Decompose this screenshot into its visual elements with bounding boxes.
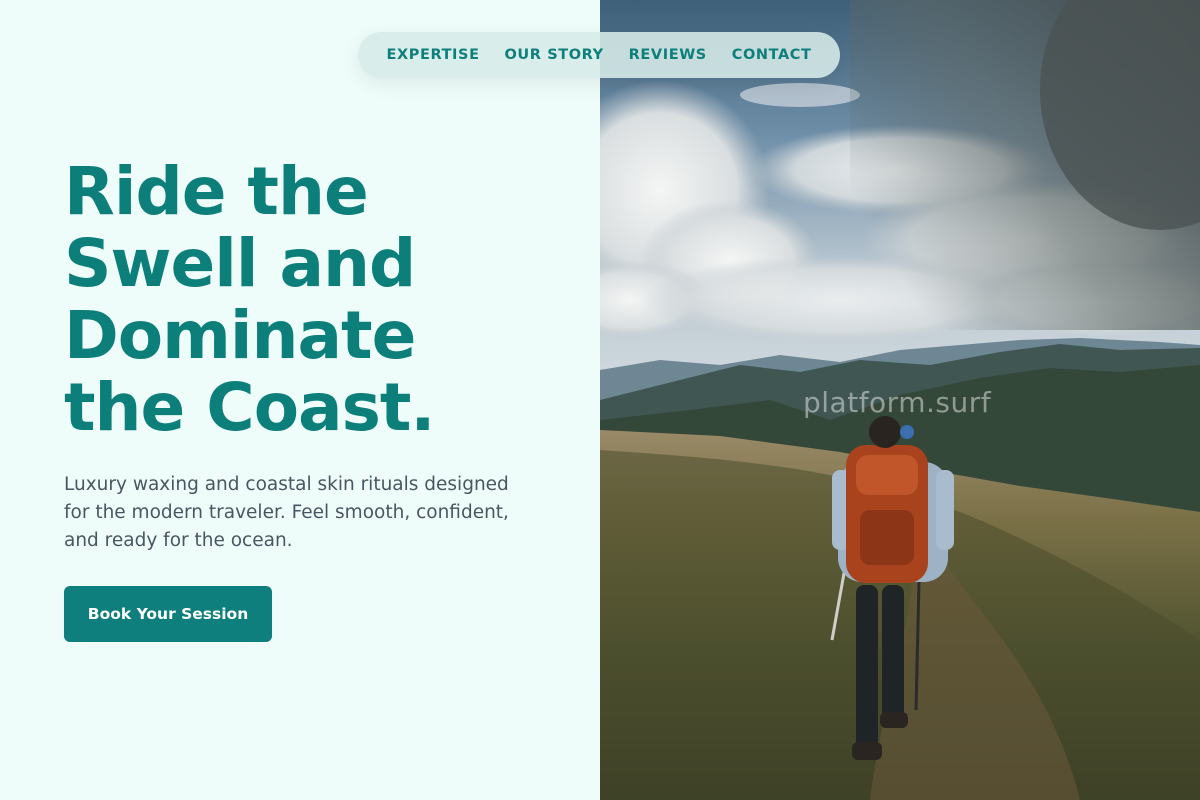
hero-left-panel: Ride the Swell and Dominate the Coast. L…	[0, 0, 600, 800]
watermark-text: platform.surf	[803, 386, 992, 419]
nav-link-reviews[interactable]: REVIEWS	[629, 47, 707, 63]
hero-title: Ride the Swell and Dominate the Coast.	[64, 156, 584, 444]
nav-link-our-story[interactable]: OUR STORY	[504, 47, 603, 63]
hero-title-line: Ride the	[64, 153, 369, 230]
nav-link-expertise[interactable]: EXPERTISE	[386, 47, 479, 63]
hero-title-line: Swell and	[64, 225, 416, 302]
hero-photo: platform.surf	[600, 0, 1200, 800]
hero-title-line: Dominate	[64, 297, 416, 374]
top-navigation: EXPERTISE OUR STORY REVIEWS CONTACT	[358, 32, 840, 78]
hero-subtitle: Luxury waxing and coastal skin rituals d…	[64, 474, 509, 551]
hero-title-line: the Coast.	[64, 369, 436, 446]
book-session-button[interactable]: Book Your Session	[64, 586, 272, 642]
nav-link-contact[interactable]: CONTACT	[732, 47, 812, 63]
